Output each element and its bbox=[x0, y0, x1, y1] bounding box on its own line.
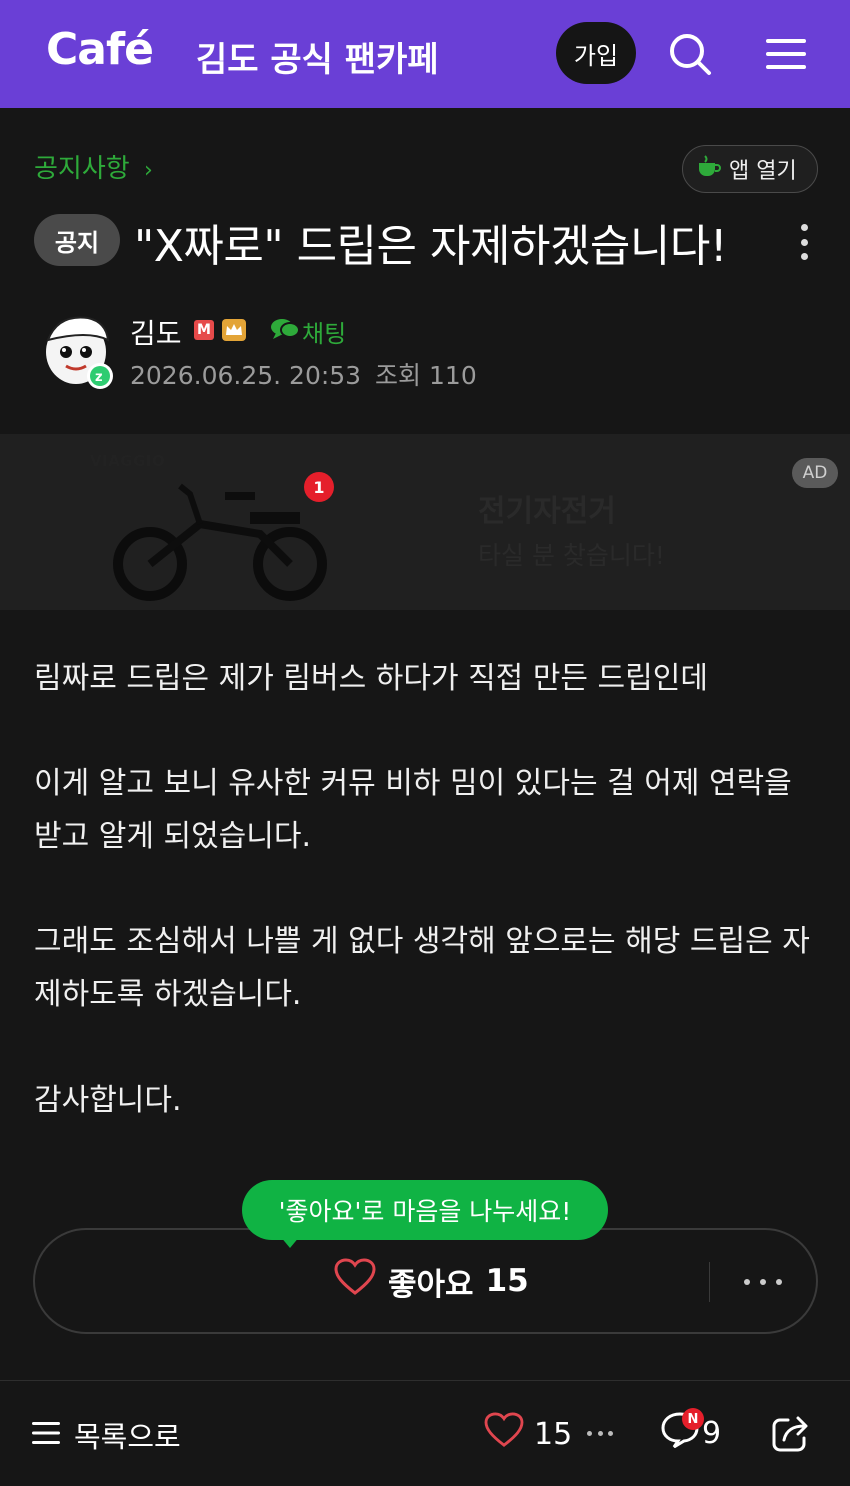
heart-icon bbox=[334, 1258, 376, 1304]
share-icon[interactable] bbox=[770, 1412, 812, 1454]
board-name: 공지사항 bbox=[34, 154, 130, 184]
list-label: 목록으로 bbox=[74, 1420, 181, 1454]
chat-button[interactable]: 채팅 bbox=[270, 314, 346, 349]
join-button[interactable]: 가입 bbox=[556, 22, 636, 84]
post-meta: 2026.06.25. 20:53 조회 110 bbox=[130, 356, 477, 392]
list-icon bbox=[32, 1418, 60, 1452]
views-label: 조회 bbox=[375, 361, 422, 390]
like-tooltip: '좋아요'로 마음을 나누세요! bbox=[242, 1180, 608, 1240]
search-icon[interactable] bbox=[662, 26, 718, 82]
bottom-more-icon[interactable] bbox=[587, 1428, 613, 1438]
post-paragraph: 이게 알고 보니 유사한 커뮤 비하 밈이 있다는 걸 어제 연락을 받고 알게… bbox=[34, 766, 792, 854]
cafe-name[interactable]: 김도 공식 팬카페 bbox=[196, 32, 439, 81]
cafe-app-icon bbox=[695, 153, 721, 185]
author-avatar[interactable]: z bbox=[42, 310, 118, 392]
divider bbox=[709, 1262, 710, 1302]
app-open-label: 앱 열기 bbox=[729, 159, 797, 184]
new-badge: N bbox=[682, 1408, 704, 1430]
chat-label: 채팅 bbox=[302, 320, 347, 348]
like-button[interactable]: 좋아요 15 bbox=[334, 1258, 529, 1304]
like-count: 15 bbox=[485, 1263, 529, 1299]
back-to-list-button[interactable]: 목록으로 bbox=[32, 1414, 181, 1456]
comment-count: 9 bbox=[702, 1415, 722, 1451]
notice-badge: 공지 bbox=[34, 214, 120, 266]
ad-subtitle: 타실 분 찾습니다! bbox=[478, 541, 665, 570]
post-options-icon[interactable] bbox=[790, 222, 818, 262]
board-link[interactable]: 공지사항 › bbox=[34, 148, 153, 185]
post-paragraph: 감사합니다. bbox=[34, 1083, 182, 1118]
top-bar: Café 김도 공식 팬카페 가입 bbox=[0, 0, 850, 108]
cafe-logo[interactable]: Café bbox=[46, 24, 154, 75]
like-label: 좋아요 bbox=[388, 1266, 474, 1303]
app-open-button[interactable]: 앱 열기 bbox=[682, 145, 818, 193]
bottom-like-button[interactable]: 15 bbox=[484, 1412, 572, 1456]
views-count: 110 bbox=[429, 361, 477, 390]
ad-notification-badge: 1 bbox=[304, 472, 334, 502]
menu-icon[interactable] bbox=[758, 26, 814, 82]
heart-icon bbox=[484, 1412, 524, 1456]
author-name[interactable]: 김도 bbox=[130, 312, 182, 352]
post-title: "X짜로" 드립은 자제하겠습니다! bbox=[134, 221, 728, 272]
ad-title: 전기자전거 bbox=[478, 494, 616, 529]
chevron-right-icon: › bbox=[143, 158, 153, 183]
svg-text:z: z bbox=[95, 370, 103, 385]
post-paragraph: 그래도 조심해서 나쁠 게 없다 생각해 앞으로는 해당 드립은 자제하도록 하… bbox=[34, 924, 810, 1012]
bottom-like-count: 15 bbox=[534, 1416, 573, 1452]
ad-banner[interactable]: VIAGGIO 전기자전거 타실 분 찾습니다! AD bbox=[0, 434, 850, 610]
crown-icon bbox=[222, 319, 246, 341]
tooltip-tail bbox=[280, 1236, 300, 1248]
ad-tag: AD bbox=[792, 458, 838, 488]
more-options-icon[interactable] bbox=[744, 1268, 782, 1296]
manager-badge: M bbox=[194, 320, 214, 340]
post-paragraph: 림짜로 드립은 제가 림버스 하다가 직접 만든 드립인데 bbox=[34, 661, 708, 696]
chat-bubble-icon bbox=[270, 317, 300, 347]
post-date: 2026.06.25. 20:53 bbox=[130, 361, 362, 390]
